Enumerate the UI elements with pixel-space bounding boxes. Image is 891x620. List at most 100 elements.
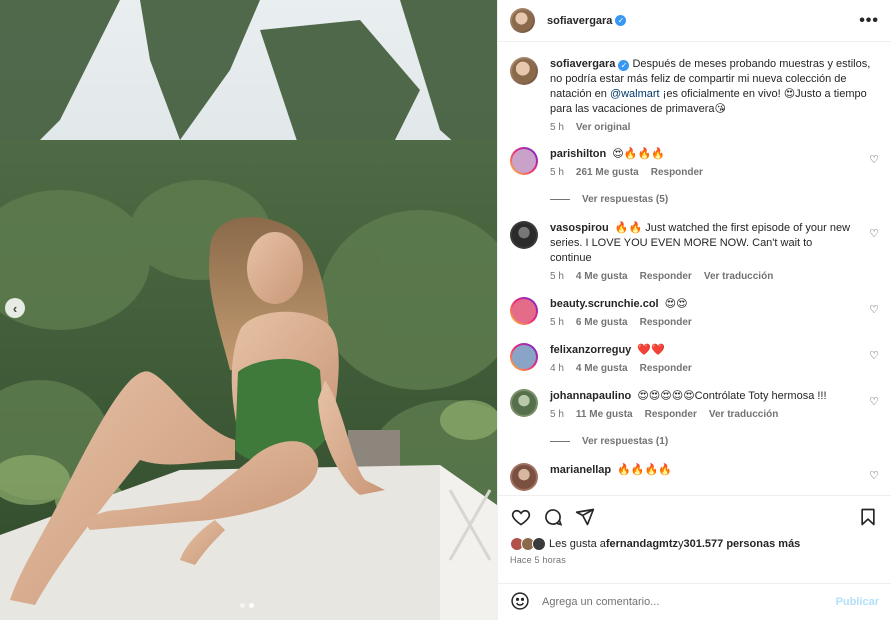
comment-likes[interactable]: 261 Me gusta: [576, 167, 639, 178]
comment-like-heart-icon[interactable]: ♡: [869, 395, 879, 408]
comment-meta: 4 h 4 Me gusta Responder: [550, 363, 853, 374]
comment-meta: 5 h 6 Me gusta Responder: [550, 317, 853, 328]
view-replies-button[interactable]: Ver respuestas (5): [550, 194, 879, 205]
see-translation-button[interactable]: Ver traducción: [704, 271, 773, 282]
commenter-username[interactable]: marianellap: [550, 464, 611, 476]
commenter-avatar[interactable]: [510, 343, 538, 371]
emoji-icon[interactable]: [510, 591, 532, 613]
post-dialog: ‹ sofiavergara ✓ ••• sofiavergara ✓ Desp…: [0, 0, 891, 620]
carousel-dot: [240, 603, 245, 608]
see-translation-button[interactable]: Ver traducción: [709, 409, 778, 420]
reply-button[interactable]: Responder: [640, 317, 692, 328]
comment-time: 5 h: [550, 167, 564, 178]
commenter-username[interactable]: johannapaulino: [550, 390, 631, 402]
comment-item: marianellap 🔥🔥🔥🔥 ♡: [510, 463, 879, 491]
comment-like-heart-icon[interactable]: ♡: [869, 227, 879, 240]
liker-avatar: [532, 537, 546, 551]
comment-meta: 5 h 4 Me gusta Responder Ver traducción: [550, 271, 853, 282]
comment-time: 5 h: [550, 271, 564, 282]
comment-text: felixanzorreguy ❤️❤️: [550, 343, 853, 358]
comment-likes[interactable]: 6 Me gusta: [576, 317, 628, 328]
comment-item: johannapaulino 😍😍😍😍😍Contrólate Toty herm…: [510, 389, 879, 420]
view-replies-button[interactable]: Ver respuestas (1): [550, 436, 879, 447]
author-avatar[interactable]: [510, 8, 535, 33]
commenter-avatar[interactable]: [510, 389, 538, 417]
likes-count[interactable]: 301.577 personas más: [684, 538, 801, 550]
photo-scene: [0, 0, 497, 620]
comment-text: parishilton 😍🔥🔥🔥: [550, 147, 853, 162]
comment-meta: 5 h 261 Me gusta Responder: [550, 167, 853, 178]
view-replies-label[interactable]: Ver respuestas (1): [582, 436, 668, 447]
comment-likes[interactable]: 11 Me gusta: [576, 409, 633, 420]
comment-text: beauty.scrunchie.col 😍😍: [550, 297, 853, 312]
liker-username[interactable]: fernandagmtz: [606, 538, 678, 550]
mention-link[interactable]: @walmart: [610, 88, 660, 100]
post-header: sofiavergara ✓ •••: [498, 0, 891, 42]
comment-time: 5 h: [550, 409, 564, 420]
caption-meta: 5 h Ver original: [550, 122, 875, 133]
reply-button[interactable]: Responder: [645, 409, 697, 420]
comment-like-heart-icon[interactable]: ♡: [869, 349, 879, 362]
more-dots-icon[interactable]: •••: [859, 12, 879, 30]
previous-photo-button[interactable]: ‹: [5, 298, 25, 318]
comment-body: 😍😍: [664, 298, 688, 310]
caption: sofiavergara ✓ Después de meses probando m…: [510, 57, 879, 133]
comment-text: johannapaulino 😍😍😍😍😍Contrólate Toty herm…: [550, 389, 853, 404]
commenter-avatar[interactable]: [510, 221, 538, 249]
comment-input[interactable]: [542, 596, 836, 608]
commenter-username[interactable]: parishilton: [550, 148, 606, 160]
comment-item: felixanzorreguy ❤️❤️ 4 h 4 Me gusta Resp…: [510, 343, 879, 374]
comment-like-heart-icon[interactable]: ♡: [869, 153, 879, 166]
verified-badge-icon: ✓: [615, 15, 627, 26]
comment-item: vasospirou 🔥🔥 Just watched the first epi…: [510, 221, 879, 282]
comment-text: marianellap 🔥🔥🔥🔥: [550, 463, 853, 478]
commenter-username[interactable]: vasospirou: [550, 222, 609, 234]
likes-summary[interactable]: Les gusta a fernandagmtz y 301.577 perso…: [510, 537, 879, 551]
comment-body: 😍😍😍😍😍Contrólate Toty hermosa !!!: [637, 390, 827, 402]
post-comment-button[interactable]: Publicar: [836, 596, 879, 608]
comment-time: 5 h: [550, 317, 564, 328]
comment-likes[interactable]: 4 Me gusta: [576, 271, 628, 282]
commenter-username[interactable]: felixanzorreguy: [550, 344, 631, 356]
comment-like-heart-icon[interactable]: ♡: [869, 303, 879, 316]
caption-text: sofiavergara ✓ Después de meses probando m…: [550, 57, 875, 117]
author-username[interactable]: sofiavergara: [547, 15, 612, 27]
post-photo[interactable]: ‹: [0, 0, 497, 620]
caption-author[interactable]: sofiavergara: [550, 58, 615, 70]
bookmark-icon[interactable]: [857, 506, 879, 528]
reply-button[interactable]: Responder: [640, 271, 692, 282]
comment-body: ❤️❤️: [637, 344, 665, 356]
post-side-panel: sofiavergara ✓ ••• sofiavergara ✓ Después …: [497, 0, 891, 620]
comment-meta: 5 h 11 Me gusta Responder Ver traducción: [550, 409, 853, 420]
see-original-button[interactable]: Ver original: [576, 122, 630, 133]
post-timestamp: Hace 5 horas: [510, 555, 566, 565]
view-replies-label[interactable]: Ver respuestas (5): [582, 194, 668, 205]
commenter-avatar[interactable]: [510, 297, 538, 325]
post-actions: Les gusta a fernandagmtz y 301.577 perso…: [498, 495, 891, 565]
commenter-avatar[interactable]: [510, 463, 538, 491]
verified-badge-icon: ✓: [618, 60, 630, 71]
comment-icon[interactable]: [542, 506, 564, 528]
comment-composer: Publicar: [498, 583, 891, 620]
reply-button[interactable]: Responder: [651, 167, 703, 178]
comment-like-heart-icon[interactable]: ♡: [869, 469, 879, 482]
replies-divider: [550, 441, 570, 442]
carousel-indicator: [240, 603, 254, 608]
comments-list[interactable]: sofiavergara ✓ Después de meses probando m…: [498, 43, 891, 494]
comment-likes[interactable]: 4 Me gusta: [576, 363, 628, 374]
caption-time: 5 h: [550, 122, 564, 133]
comment-body: 😍🔥🔥🔥: [612, 148, 665, 160]
share-icon[interactable]: [574, 506, 596, 528]
commenter-avatar[interactable]: [510, 147, 538, 175]
replies-divider: [550, 199, 570, 200]
comment-item: parishilton 😍🔥🔥🔥 5 h 261 Me gusta Respon…: [510, 147, 879, 178]
heart-icon[interactable]: [510, 506, 532, 528]
caption-author-avatar[interactable]: [510, 57, 538, 85]
action-icons: [510, 506, 879, 528]
comment-body: 🔥🔥🔥🔥: [617, 464, 672, 476]
likes-prefix: Les gusta a: [549, 538, 606, 550]
commenter-username[interactable]: beauty.scrunchie.col: [550, 298, 659, 310]
comment-item: beauty.scrunchie.col 😍😍 5 h 6 Me gusta R…: [510, 297, 879, 328]
reply-button[interactable]: Responder: [640, 363, 692, 374]
carousel-dot-active: [249, 603, 254, 608]
